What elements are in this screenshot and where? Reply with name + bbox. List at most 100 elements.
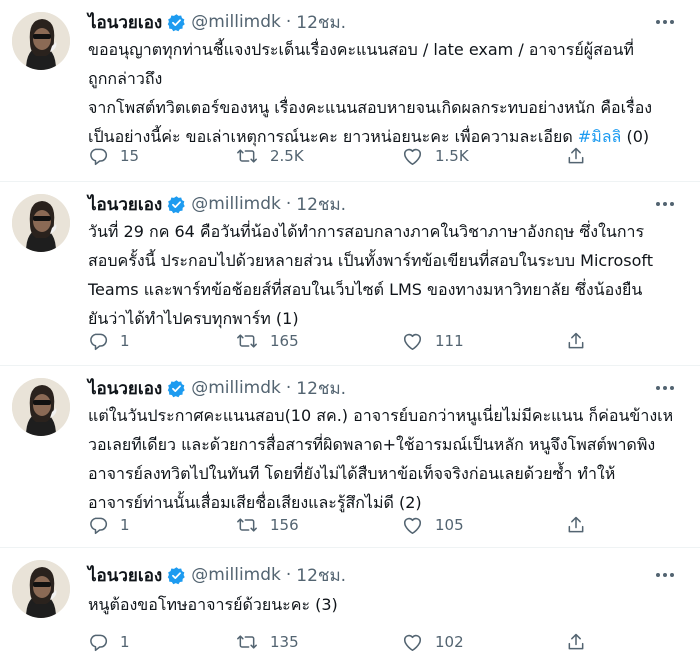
tweet-header: ไอนวยเอง @millimdk · 12ชม. bbox=[88, 562, 346, 588]
share-button[interactable] bbox=[566, 327, 586, 355]
verified-badge-icon bbox=[167, 379, 186, 398]
tweet[interactable]: ไอนวยเอง @millimdk · 12ชม. หนูต้องขอโทษอ… bbox=[0, 548, 700, 655]
user-handle[interactable]: @millimdk bbox=[191, 12, 281, 32]
more-options-icon[interactable] bbox=[652, 562, 678, 588]
display-name[interactable]: ไอนวยเอง bbox=[88, 191, 162, 218]
tweet-text-line: แต่ในวันประกาศคะแนนสอบ(10 สค.) อาจารย์บอ… bbox=[88, 406, 674, 425]
more-options-icon[interactable] bbox=[652, 191, 678, 217]
timestamp[interactable]: 12ชม. bbox=[296, 191, 346, 218]
like-button[interactable]: 111 bbox=[402, 327, 464, 355]
heart-icon bbox=[403, 634, 422, 651]
heart-icon bbox=[403, 517, 422, 534]
tweet-text-segment: (0) bbox=[621, 127, 650, 146]
reply-icon bbox=[90, 333, 108, 351]
tweet[interactable]: ไอนวยเอง @millimdk · 12ชม. ขออนุญาตทุกท่… bbox=[0, 0, 700, 182]
reply-count: 1 bbox=[120, 516, 130, 534]
avatar-image bbox=[12, 560, 70, 618]
user-handle[interactable]: @millimdk bbox=[191, 378, 281, 398]
tweet-header: ไอนวยเอง @millimdk · 12ชม. bbox=[88, 191, 346, 217]
verified-badge-icon bbox=[167, 566, 186, 585]
retweet-icon bbox=[237, 635, 257, 649]
tweet[interactable]: ไอนวยเอง @millimdk · 12ชม. แต่ในวันประกา… bbox=[0, 366, 700, 548]
retweet-count: 135 bbox=[270, 633, 299, 651]
avatar[interactable] bbox=[12, 378, 70, 436]
timestamp[interactable]: 12ชม. bbox=[296, 375, 346, 402]
user-handle[interactable]: @millimdk bbox=[191, 194, 281, 214]
verified-badge-icon bbox=[167, 195, 186, 214]
avatar[interactable] bbox=[12, 12, 70, 70]
tweet[interactable]: ไอนวยเอง @millimdk · 12ชม. วันที่ 29 กค … bbox=[0, 182, 700, 366]
share-button[interactable] bbox=[566, 142, 586, 170]
tweet-header: ไอนวยเอง @millimdk · 12ชม. bbox=[88, 375, 346, 401]
tweet-text-line: เป็นอย่างนี้ค่ะ ขอเล่าเหตุการณ์นะคะ ยาวห… bbox=[88, 122, 688, 151]
retweet-count: 2.5K bbox=[270, 147, 304, 165]
separator-dot: · bbox=[285, 194, 292, 214]
reply-icon bbox=[90, 148, 108, 166]
tweet-text-line: วันที่ 29 กค 64 คือวันที่น้องได้ทำการสอบ… bbox=[88, 222, 645, 241]
like-button[interactable]: 1.5K bbox=[402, 142, 469, 170]
like-count: 1.5K bbox=[435, 147, 469, 165]
like-button[interactable]: 105 bbox=[402, 511, 464, 539]
share-icon bbox=[568, 332, 584, 349]
tweet-text-line: อาจารย์ลงทวิตไปในทันที โดยที่ยังไม่ได้สื… bbox=[88, 464, 616, 483]
timestamp[interactable]: 12ชม. bbox=[296, 562, 346, 589]
separator-dot: · bbox=[285, 565, 292, 585]
tweet-text: วันที่ 29 กค 64 คือวันที่น้องได้ทำการสอบ… bbox=[88, 217, 688, 333]
avatar-image bbox=[12, 378, 70, 436]
retweet-button[interactable]: 165 bbox=[236, 327, 299, 355]
tweet-text-line: Teams และพาร์ทข้อช้อยส์ที่สอบในเว็บไซต์ … bbox=[88, 280, 643, 299]
avatar[interactable] bbox=[12, 194, 70, 252]
separator-dot: · bbox=[285, 12, 292, 32]
retweet-button[interactable]: 156 bbox=[236, 511, 299, 539]
heart-icon bbox=[403, 333, 422, 350]
retweet-count: 165 bbox=[270, 332, 299, 350]
display-name[interactable]: ไอนวยเอง bbox=[88, 375, 162, 402]
tweet-text-line: ยันว่าได้ทำไปครบทุกพาร์ท (1) bbox=[88, 309, 299, 328]
tweet-text-line: หนูต้องขอโทษอาจารย์ด้วยนะคะ (3) bbox=[88, 595, 338, 614]
reply-button[interactable]: 1 bbox=[88, 511, 130, 539]
tweet-text-line: วอเลยทีเดียว และด้วยการสื่อสารที่ผิดพลาด… bbox=[88, 435, 656, 454]
like-count: 102 bbox=[435, 633, 464, 651]
like-button[interactable]: 102 bbox=[402, 628, 464, 656]
share-button[interactable] bbox=[566, 628, 586, 656]
heart-icon bbox=[403, 148, 422, 165]
avatar-image bbox=[12, 12, 70, 70]
reply-button[interactable]: 1 bbox=[88, 628, 130, 656]
retweet-count: 156 bbox=[270, 516, 299, 534]
tweet-text-line: ขออนุญาตทุกท่านชี้แจงประเด็นเรื่องคะแนนส… bbox=[88, 40, 634, 59]
share-icon bbox=[568, 516, 584, 533]
timestamp[interactable]: 12ชม. bbox=[296, 9, 346, 36]
retweet-icon bbox=[237, 518, 257, 532]
retweet-button[interactable]: 2.5K bbox=[236, 142, 304, 170]
reply-count: 1 bbox=[120, 332, 130, 350]
tweet-text: แต่ในวันประกาศคะแนนสอบ(10 สค.) อาจารย์บอ… bbox=[88, 401, 688, 517]
like-count: 111 bbox=[435, 332, 464, 350]
tweet-text-line: อาจารย์ท่านนั้นเสื่อมเสียชื่อเสียงและรู้… bbox=[88, 493, 422, 512]
tweet-text: หนูต้องขอโทษอาจารย์ด้วยนะคะ (3) bbox=[88, 590, 688, 619]
tweet-text-line: จากโพสต์ทวิตเตอร์ของหนู เรื่องคะแนนสอบหา… bbox=[88, 98, 653, 117]
retweet-icon bbox=[237, 149, 257, 163]
user-handle[interactable]: @millimdk bbox=[191, 565, 281, 585]
more-options-icon[interactable] bbox=[652, 375, 678, 401]
reply-icon bbox=[90, 634, 108, 652]
tweet-text-line: สอบครั้งนี้ ประกอบไปด้วยหลายส่วน เป็นทั้… bbox=[88, 251, 653, 270]
share-icon bbox=[568, 147, 584, 164]
reply-count: 1 bbox=[120, 633, 130, 651]
reply-icon bbox=[90, 517, 108, 535]
avatar[interactable] bbox=[12, 560, 70, 618]
tweet-text-line: ถูกกล่าวถึง bbox=[88, 69, 163, 88]
share-icon bbox=[568, 633, 584, 650]
display-name[interactable]: ไอนวยเอง bbox=[88, 562, 162, 589]
display-name[interactable]: ไอนวยเอง bbox=[88, 9, 162, 36]
tweet-text-segment: เป็นอย่างนี้ค่ะ ขอเล่าเหตุการณ์นะคะ ยาวห… bbox=[88, 127, 578, 146]
more-options-icon[interactable] bbox=[652, 9, 678, 35]
reply-count: 15 bbox=[120, 147, 140, 165]
tweet-text: ขออนุญาตทุกท่านชี้แจงประเด็นเรื่องคะแนนส… bbox=[88, 35, 688, 151]
reply-button[interactable]: 1 bbox=[88, 327, 130, 355]
retweet-button[interactable]: 135 bbox=[236, 628, 299, 656]
avatar-image bbox=[12, 194, 70, 252]
verified-badge-icon bbox=[167, 13, 186, 32]
reply-button[interactable]: 15 bbox=[88, 142, 139, 170]
tweet-header: ไอนวยเอง @millimdk · 12ชม. bbox=[88, 9, 346, 35]
share-button[interactable] bbox=[566, 511, 586, 539]
